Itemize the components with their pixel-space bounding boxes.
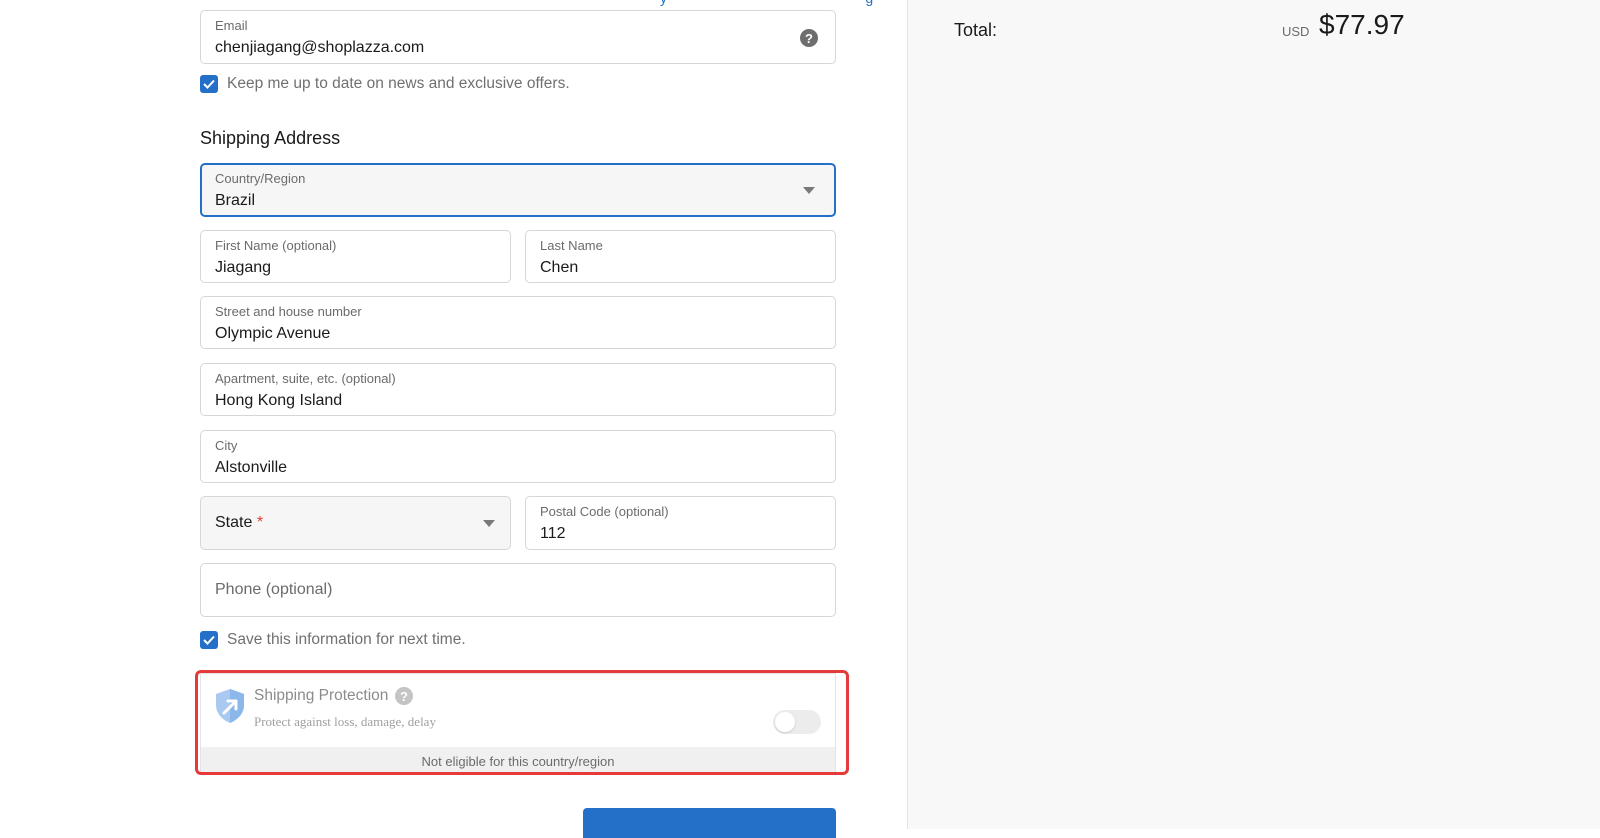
last-name-value[interactable]: Chen — [540, 259, 578, 277]
checkout-form-panel: y g Email chenjiagang@shoplazza.com ? Ke… — [0, 0, 907, 838]
total-label: Total: — [954, 20, 998, 40]
apartment-label: Apartment, suite, etc. (optional) — [215, 371, 396, 386]
last-name-field[interactable]: Last Name Chen — [525, 230, 836, 283]
country-select-label: Country/Region — [215, 171, 306, 186]
highlight-outline — [195, 670, 849, 775]
help-circle-icon[interactable]: ? — [800, 29, 818, 47]
required-mark: * — [256, 514, 264, 531]
news-checkbox[interactable] — [200, 75, 218, 93]
street-field[interactable]: Street and house number Olympic Avenue — [200, 296, 836, 349]
city-value[interactable]: Alstonville — [215, 459, 287, 477]
country-select[interactable]: Country/Region Brazil — [200, 163, 836, 217]
email-field[interactable]: Email chenjiagang@shoplazza.com ? — [200, 10, 836, 64]
state-select[interactable]: State * — [200, 496, 511, 550]
apartment-value[interactable]: Hong Kong Island — [215, 392, 342, 410]
phone-field-placeholder: Phone (optional) — [215, 581, 333, 598]
total-amount: $77.97 — [1319, 9, 1405, 40]
email-field-label: Email — [215, 18, 248, 33]
city-label: City — [215, 438, 238, 453]
total-currency: USD — [1282, 24, 1310, 39]
first-name-label: First Name (optional) — [215, 238, 337, 253]
save-info-checkbox-label: Save this information for next time. — [227, 631, 466, 648]
checkmark-icon — [203, 635, 215, 645]
country-select-value: Brazil — [215, 192, 256, 209]
postal-code-field[interactable]: Postal Code (optional) 112 — [525, 496, 836, 550]
chevron-down-icon — [483, 520, 495, 527]
first-name-value[interactable]: Jiagang — [215, 259, 271, 277]
city-field[interactable]: City Alstonville — [200, 430, 836, 483]
street-value[interactable]: Olympic Avenue — [215, 325, 330, 343]
chevron-down-icon — [803, 187, 815, 194]
apartment-field[interactable]: Apartment, suite, etc. (optional) Hong K… — [200, 363, 836, 416]
checkmark-icon — [203, 79, 215, 89]
email-field-value[interactable]: chenjiagang@shoplazza.com — [215, 39, 424, 57]
street-label: Street and house number — [215, 304, 362, 319]
postal-code-value[interactable]: 112 — [540, 525, 566, 543]
shipping-address-title: Shipping Address — [200, 128, 341, 148]
top-link-fragment[interactable]: y g — [660, 0, 873, 6]
state-select-placeholder: State * — [215, 514, 264, 531]
continue-button[interactable] — [583, 808, 836, 838]
order-summary-panel: Total: USD $77.97 — [907, 0, 1600, 829]
news-checkbox-label: Keep me up to date on news and exclusive… — [227, 75, 570, 92]
last-name-label: Last Name — [540, 238, 603, 253]
postal-code-label: Postal Code (optional) — [540, 504, 669, 519]
first-name-field[interactable]: First Name (optional) Jiagang — [200, 230, 511, 283]
save-info-checkbox[interactable] — [200, 631, 218, 649]
phone-field[interactable]: Phone (optional) — [200, 563, 836, 617]
